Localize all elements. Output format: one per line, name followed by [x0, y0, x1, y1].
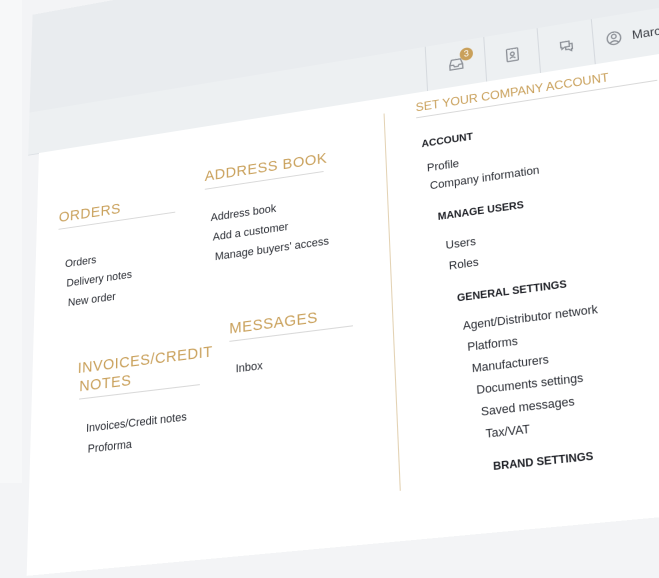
notification-badge: 3: [459, 46, 474, 62]
user-avatar-icon: [604, 28, 625, 49]
menu-stage: 3 Marcus Howard ORDERS Orders Delivery n…: [7, 0, 659, 576]
contact-book-icon: [503, 45, 523, 65]
user-name: Marcus Howard: [631, 14, 659, 43]
chat-icon: [556, 36, 576, 57]
